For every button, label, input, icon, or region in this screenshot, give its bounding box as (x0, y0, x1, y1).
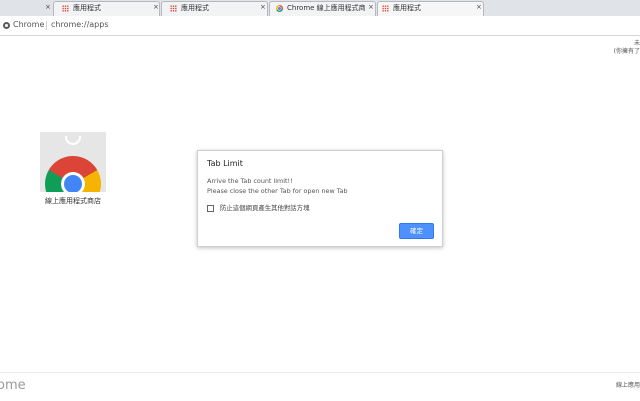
webstore-app-tile[interactable] (40, 132, 106, 194)
tab-strip: × 應用程式 × 應用程式 × Chrome 線上應用程式商店 × 應用程式 × (0, 0, 640, 16)
tab-title: 應用程式 (73, 4, 101, 12)
suppress-dialogs-label[interactable]: 防止這個網頁產生其他對話方塊 (220, 204, 309, 213)
signin-notice: 未 (你擁有了 (614, 40, 640, 56)
tab-apps-active[interactable]: 應用程式 (377, 1, 484, 16)
tab-title: 應用程式 (393, 4, 421, 12)
dialog-message-line2: Please close the other Tab for open new … (207, 187, 348, 195)
chrome-info-icon[interactable] (3, 22, 10, 29)
tab-limit-dialog: Tab Limit Arrive the Tab count limit!! P… (197, 150, 443, 247)
omnibox-divider (46, 21, 47, 30)
tab-close-icon[interactable]: × (476, 2, 482, 13)
signin-notice-line1: 未 (633, 40, 640, 47)
apps-grid-icon (382, 5, 389, 12)
tab-apps-1[interactable]: 應用程式 (53, 1, 160, 16)
address-bar[interactable]: Chrome chrome://apps (0, 16, 640, 36)
shopping-bag-icon (40, 132, 106, 192)
tab-webstore[interactable]: Chrome 線上應用程式商店 (269, 1, 376, 16)
tab-close-icon[interactable]: × (260, 2, 266, 13)
tab-title: Chrome 線上應用程式商店 (287, 4, 365, 12)
tab-close-icon[interactable]: × (368, 2, 374, 13)
tab-close-icon[interactable]: × (45, 2, 51, 13)
chrome-logo-icon (45, 156, 101, 192)
omnibox-chip-label: Chrome (13, 20, 45, 29)
ok-button[interactable]: 確定 (399, 223, 434, 239)
tab-title: 應用程式 (181, 4, 209, 12)
bottom-bar: ome 線上應用 (0, 372, 640, 401)
chrome-webstore-icon (276, 5, 283, 12)
suppress-dialogs-checkbox[interactable] (207, 205, 214, 212)
tab-close-icon[interactable]: × (153, 2, 159, 13)
tab-apps-2[interactable]: 應用程式 (161, 1, 268, 16)
apps-grid-icon (170, 5, 177, 12)
chrome-wordmark: ome (0, 378, 26, 393)
dialog-message-line1: Arrive the Tab count limit!! (207, 177, 293, 185)
signin-notice-line2: (你擁有了 (613, 48, 640, 55)
webstore-link[interactable]: 線上應用 (616, 382, 640, 390)
omnibox-url[interactable]: chrome://apps (51, 19, 109, 31)
dialog-title: Tab Limit (207, 159, 243, 168)
webstore-app-label[interactable]: 線上應用程式商店 (30, 197, 116, 206)
apps-grid-icon (62, 5, 69, 12)
